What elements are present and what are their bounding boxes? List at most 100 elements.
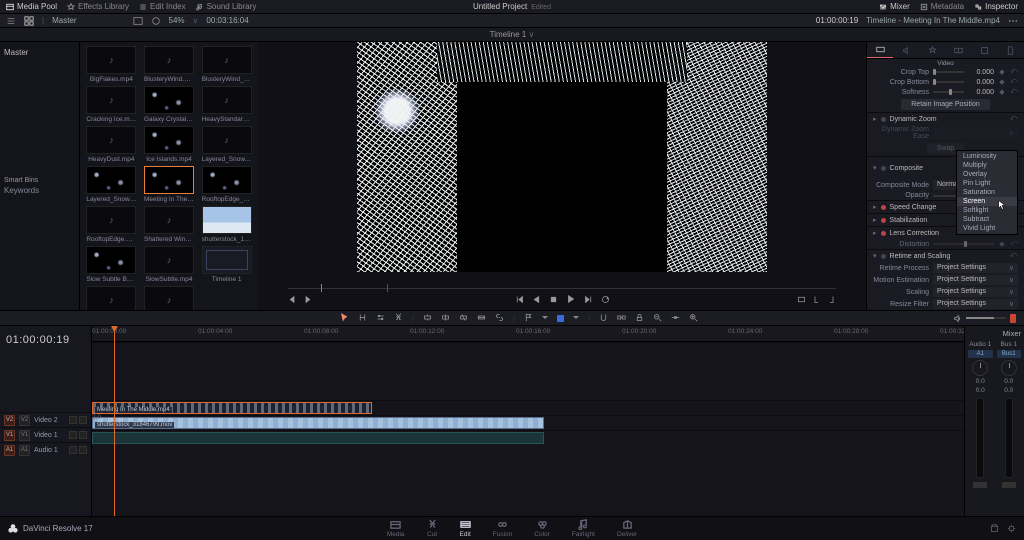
blend-option-multiply[interactable]: Multiply: [957, 161, 1017, 170]
project-settings-icon[interactable]: [1007, 524, 1016, 533]
page-fusion[interactable]: Fusion: [493, 519, 513, 538]
reset-icon[interactable]: ⤺: [1010, 78, 1018, 86]
track-header-v2[interactable]: V2V2Video 2: [0, 412, 91, 427]
bin-crumb[interactable]: Master: [52, 16, 76, 25]
blend-option-softlight[interactable]: Softlight: [957, 206, 1017, 215]
source-patch[interactable]: A1: [4, 445, 15, 456]
page-media[interactable]: Media: [387, 519, 405, 538]
viewer-menu-icon[interactable]: [1008, 16, 1018, 26]
overwrite-clip-icon[interactable]: [441, 313, 450, 324]
list-view-icon[interactable]: [6, 16, 16, 26]
clip-thumb[interactable]: ♪HeavyDust.mp4: [84, 126, 139, 163]
clip-a1[interactable]: [92, 432, 544, 444]
dropdown-scaling[interactable]: Project Settings∨: [933, 287, 1018, 297]
slider-crop-bottom[interactable]: [933, 81, 964, 83]
replace-clip-icon[interactable]: [459, 313, 468, 324]
clip-thumb[interactable]: Galaxy Crystals.mp4: [142, 86, 197, 123]
monitor-volume-slider[interactable]: [966, 317, 1006, 319]
clip-thumb[interactable]: Layered_Snow_2.mp4: [84, 166, 139, 203]
dest-patch[interactable]: V1: [19, 430, 30, 441]
tab-mixer[interactable]: Mixer: [879, 2, 910, 11]
tab-edit-index[interactable]: Edit Index: [139, 2, 186, 11]
clip-thumb[interactable]: shutterstock_10646...: [199, 206, 254, 243]
clip-thumb[interactable]: ♪WindySubtle_2.mp4: [142, 286, 197, 310]
blend-option-saturation[interactable]: Saturation: [957, 188, 1017, 197]
last-frame-icon[interactable]: [584, 295, 593, 304]
master-bin[interactable]: Master: [4, 48, 75, 57]
smart-bin-keywords[interactable]: Keywords: [4, 186, 75, 195]
page-fairlight[interactable]: Fairlight: [572, 519, 595, 538]
blend-option-subtract[interactable]: Subtract: [957, 215, 1017, 224]
fader[interactable]: [1002, 482, 1016, 488]
reset-icon[interactable]: ⤺: [1010, 68, 1018, 76]
play-reverse-icon[interactable]: [532, 295, 541, 304]
position-lock-icon[interactable]: [635, 313, 644, 324]
trim-tool-icon[interactable]: [358, 313, 367, 324]
insert-clip-icon[interactable]: [423, 313, 432, 324]
distortion-slider[interactable]: [933, 243, 994, 245]
blend-option-screen[interactable]: Screen: [957, 197, 1017, 206]
section-retime-scaling[interactable]: ▾ Retime and Scaling ⤺: [867, 249, 1024, 262]
source-patch[interactable]: V1: [4, 430, 15, 441]
prev-edit-icon[interactable]: [288, 295, 297, 304]
dropdown-resize-filter[interactable]: Project Settings∨: [933, 299, 1018, 309]
keyframe-icon[interactable]: ◆: [998, 68, 1006, 76]
keyframe-icon[interactable]: ◆: [998, 88, 1006, 96]
timeline-timecode[interactable]: 01:00:00:19: [0, 326, 91, 354]
project-manager-icon[interactable]: [990, 524, 999, 533]
snap-icon[interactable]: [599, 313, 608, 324]
tab-inspector[interactable]: Inspector: [974, 2, 1018, 11]
blend-option-vivid-light[interactable]: Vivid Light: [957, 224, 1017, 233]
tab-media-pool[interactable]: Media Pool: [6, 2, 57, 11]
blend-option-luminosity[interactable]: Luminosity: [957, 152, 1017, 161]
track-auto-icon[interactable]: [79, 446, 87, 454]
source-patch[interactable]: V2: [4, 415, 15, 426]
tab-effects-library[interactable]: Effects Library: [67, 2, 129, 11]
clip-thumb[interactable]: ♪HeavyStandard.mp4: [199, 86, 254, 123]
page-cut[interactable]: Cut: [427, 519, 438, 538]
dim-button[interactable]: [1010, 314, 1016, 323]
monitor-volume-icon[interactable]: [953, 314, 962, 323]
clip-thumb[interactable]: ♪Layered_Snow.mp4: [199, 126, 254, 163]
mark-out-icon[interactable]: [827, 295, 836, 304]
clip-thumb[interactable]: ♪RooftopEdge.mp4: [84, 206, 139, 243]
track-header-a1[interactable]: A1A1Audio 1: [0, 442, 91, 457]
first-frame-icon[interactable]: [515, 295, 524, 304]
play-icon[interactable]: [566, 294, 576, 304]
track-header-v1[interactable]: V1V1Video 1: [0, 427, 91, 442]
clip-thumb[interactable]: Timeline 1: [199, 246, 254, 283]
pan-knob[interactable]: [1001, 360, 1017, 376]
clip-thumb[interactable]: Slow Subtle Basic.m...: [84, 246, 139, 283]
inspector-tab-video[interactable]: [867, 42, 893, 58]
timeline-name[interactable]: Timeline 1 ∨: [490, 30, 535, 39]
track-lock-icon[interactable]: [69, 446, 77, 454]
mixer-channel-a1[interactable]: Audio 1A10.00.0: [968, 341, 993, 488]
marker-color-swatch[interactable]: [557, 315, 564, 322]
lane-v1[interactable]: shutterstock_31846799.mov: [92, 415, 964, 430]
dropdown-retime-process[interactable]: Project Settings∨: [933, 263, 1018, 273]
clip-thumb[interactable]: Meeting In The Middle.mp4: [142, 166, 197, 203]
track-lock-icon[interactable]: [69, 416, 77, 424]
flag-icon[interactable]: [524, 313, 533, 324]
selection-tool-icon[interactable]: [340, 313, 349, 324]
clip-thumb[interactable]: ♪BlusteryWind_2.mp4: [199, 46, 254, 83]
tab-sound-library[interactable]: Sound Library: [196, 2, 257, 11]
zoom-in-icon[interactable]: [689, 313, 698, 324]
clip-thumb[interactable]: Ice Islands.mp4: [142, 126, 197, 163]
clip-thumb[interactable]: RooftopEdge_1.mp4: [199, 166, 254, 203]
inspector-tab-transition[interactable]: [946, 42, 972, 58]
track-lock-icon[interactable]: [69, 431, 77, 439]
playhead[interactable]: [114, 326, 115, 516]
loop-icon[interactable]: [601, 295, 610, 304]
clip-thumb[interactable]: ♪Cracking Ice.mp4: [84, 86, 139, 123]
blade-tool-icon[interactable]: [394, 313, 403, 324]
page-deliver[interactable]: Deliver: [617, 519, 637, 538]
next-edit-icon[interactable]: [303, 295, 312, 304]
slider-crop-top[interactable]: [933, 71, 964, 73]
section-dynamic-zoom[interactable]: ▸ Dynamic Zoom ⤺: [867, 112, 1024, 125]
blend-option-pin-light[interactable]: Pin Light: [957, 179, 1017, 188]
lane-a1[interactable]: [92, 430, 964, 445]
view-options-icon[interactable]: [151, 16, 161, 26]
dest-patch[interactable]: A1: [19, 445, 30, 456]
clip-v2[interactable]: Meeting In The Middle.mp4: [92, 402, 372, 414]
